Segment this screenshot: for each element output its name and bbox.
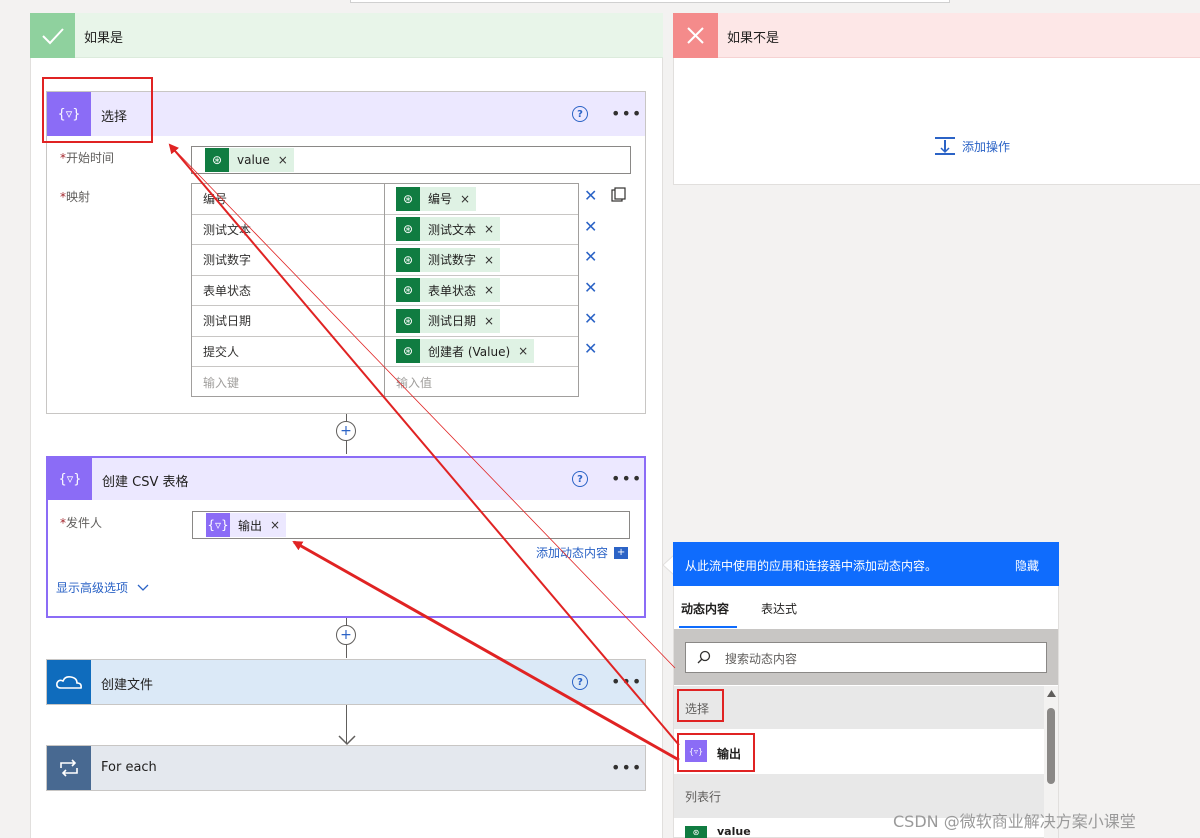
watermark: CSDN @微软商业解决方案小课堂 <box>893 812 1136 831</box>
annotation-arrows <box>168 143 680 762</box>
